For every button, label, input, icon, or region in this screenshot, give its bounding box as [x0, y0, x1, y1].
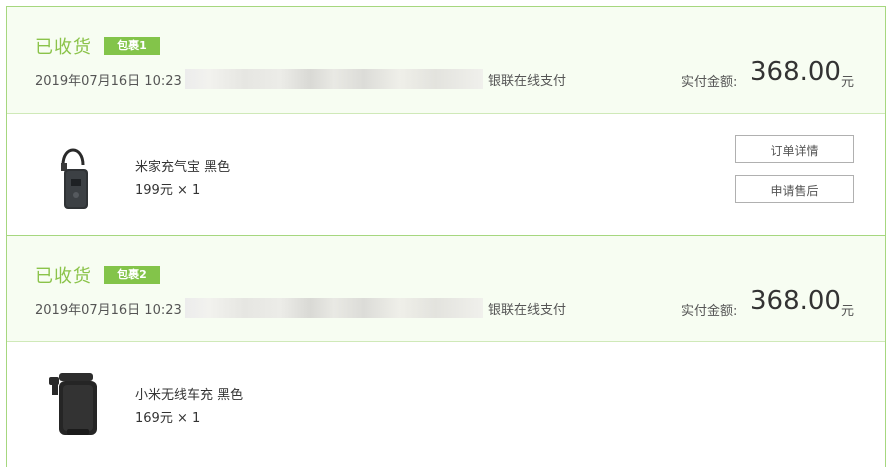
- order-header: 已收货 包裹1 2019年07月16日 10:23 银联在线支付 实付金额: 3…: [7, 7, 885, 114]
- order-detail-button[interactable]: 订单详情: [735, 135, 854, 163]
- total-amount: 368.00: [750, 286, 841, 316]
- after-sale-button[interactable]: 申请售后: [735, 175, 854, 203]
- payment-method: 银联在线支付: [488, 74, 567, 89]
- product-name[interactable]: 米家充气宝 黑色: [135, 156, 230, 175]
- redacted-order-number: [185, 298, 483, 318]
- total-label: 实付金额:: [681, 304, 738, 319]
- order-item: 米家充气宝 黑色 199元 × 1 订单详情 申请售后: [7, 115, 885, 235]
- product-price: 199元 × 1: [135, 183, 201, 198]
- order-card: 已收货 包裹2 2019年07月16日 10:23 银联在线支付 实付金额: 3…: [6, 235, 886, 467]
- product-name[interactable]: 小米无线车充 黑色: [135, 384, 243, 403]
- total-unit: 元: [841, 304, 855, 319]
- product-price: 169元 × 1: [135, 411, 201, 426]
- redacted-order-number: [185, 69, 483, 89]
- order-card: 已收货 包裹1 2019年07月16日 10:23 银联在线支付 实付金额: 3…: [6, 6, 886, 235]
- package-badge: 包裹1: [104, 37, 160, 55]
- package-badge: 包裹2: [104, 266, 160, 284]
- car-charger-product-image[interactable]: [35, 363, 115, 443]
- order-status: 已收货: [35, 37, 92, 58]
- order-header: 已收货 包裹2 2019年07月16日 10:23 银联在线支付 实付金额: 3…: [7, 236, 885, 342]
- air-pump-product-image[interactable]: [35, 135, 115, 215]
- order-datetime: 2019年07月16日 10:23: [35, 303, 182, 318]
- total-unit: 元: [841, 75, 855, 90]
- total-amount: 368.00: [750, 57, 841, 87]
- order-status: 已收货: [35, 266, 92, 287]
- order-list: 已收货 包裹1 2019年07月16日 10:23 银联在线支付 实付金额: 3…: [0, 0, 890, 467]
- total-label: 实付金额:: [681, 75, 738, 90]
- order-datetime: 2019年07月16日 10:23: [35, 74, 182, 89]
- payment-method: 银联在线支付: [488, 303, 567, 318]
- order-item: 小米无线车充 黑色 169元 × 1: [7, 343, 885, 463]
